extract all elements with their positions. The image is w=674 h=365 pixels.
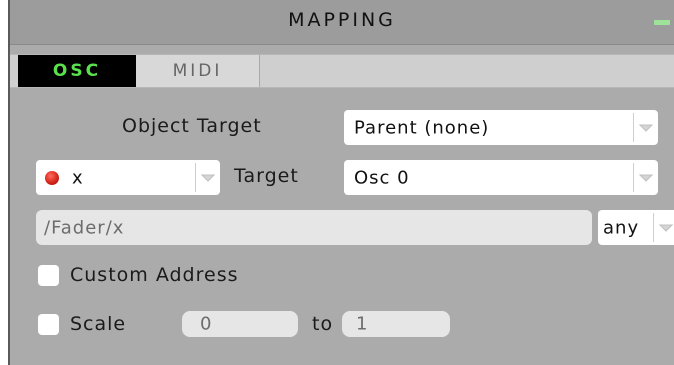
- scale-to-value: 1: [356, 313, 369, 335]
- scale-to-label: to: [312, 313, 334, 335]
- chevron-down-icon: [195, 163, 220, 192]
- chevron-down-icon: [653, 213, 674, 242]
- object-target-dropdown[interactable]: Parent (none): [344, 110, 658, 145]
- tab-osc[interactable]: OSC: [18, 55, 136, 87]
- custom-address-label: Custom Address: [70, 264, 239, 286]
- scale-checkbox[interactable]: [38, 314, 59, 335]
- address-field[interactable]: /Fader/x: [36, 210, 592, 245]
- mapping-panel: MAPPING OSC MIDI Object Target Parent (n…: [8, 0, 674, 365]
- target-label: Target: [234, 165, 299, 187]
- status-indicator-icon: [654, 20, 670, 25]
- scale-to-field[interactable]: 1: [342, 311, 450, 337]
- tab-midi[interactable]: MIDI: [136, 55, 260, 87]
- scale-from-field[interactable]: 0: [182, 311, 298, 337]
- status-led-icon: [45, 170, 59, 185]
- parameter-dropdown[interactable]: x: [36, 160, 220, 195]
- parameter-value: x: [72, 167, 84, 188]
- target-value: Osc 0: [354, 167, 410, 188]
- object-target-label: Object Target: [122, 115, 262, 137]
- tab-bar: OSC MIDI: [10, 54, 674, 88]
- panel-title-bar[interactable]: MAPPING: [10, 0, 674, 45]
- object-target-value: Parent (none): [354, 117, 490, 138]
- chevron-down-icon: [633, 163, 658, 192]
- scale-from-value: 0: [200, 313, 213, 335]
- scale-label: Scale: [70, 313, 127, 335]
- chevron-down-icon: [633, 113, 658, 142]
- panel-title: MAPPING: [288, 9, 396, 31]
- target-dropdown[interactable]: Osc 0: [344, 160, 658, 195]
- custom-address-checkbox[interactable]: [38, 265, 59, 286]
- type-tag-dropdown[interactable]: any: [598, 210, 674, 245]
- address-value: /Fader/x: [44, 217, 125, 238]
- type-tag-value: any: [603, 217, 640, 238]
